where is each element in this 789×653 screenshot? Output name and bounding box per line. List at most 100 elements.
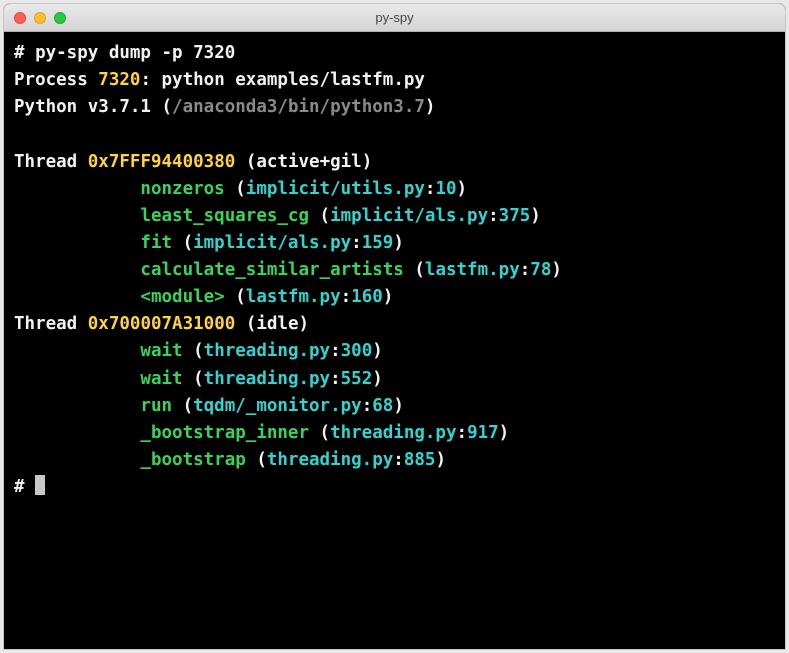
frame-function: nonzeros	[140, 179, 224, 199]
frame-line: 10	[435, 179, 456, 199]
thread-header: Thread 0x7FFF94400380 (active+gil)	[14, 149, 775, 176]
window-title: py-spy	[4, 10, 785, 25]
frame-function: fit	[140, 233, 172, 253]
python-prefix: Python v3.7.1 (	[14, 97, 172, 117]
paren-close: )	[435, 450, 446, 470]
colon: :	[393, 450, 404, 470]
frame-function: _bootstrap_inner	[140, 423, 309, 443]
frame-function: calculate_similar_artists	[140, 260, 403, 280]
terminal-body[interactable]: # py-spy dump -p 7320Process 7320: pytho…	[4, 32, 785, 649]
paren-open: (	[183, 341, 204, 361]
stack-frame: calculate_similar_artists (lastfm.py:78)	[14, 257, 775, 284]
python-line: Python v3.7.1 (/anaconda3/bin/python3.7)	[14, 94, 775, 121]
process-rest: : python examples/lastfm.py	[140, 70, 424, 90]
frame-function: run	[140, 396, 172, 416]
titlebar: py-spy	[4, 4, 785, 32]
thread-label: Thread	[14, 314, 88, 334]
thread-state: (idle)	[235, 314, 309, 334]
thread-label: Thread	[14, 152, 88, 172]
cursor-icon	[35, 475, 45, 495]
paren-open: (	[225, 287, 246, 307]
stack-frame: _bootstrap_inner (threading.py:917)	[14, 420, 775, 447]
python-suffix: )	[425, 97, 436, 117]
paren-open: (	[225, 179, 246, 199]
command-line: # py-spy dump -p 7320	[14, 40, 775, 67]
paren-open: (	[172, 396, 193, 416]
traffic-lights	[14, 12, 66, 24]
colon: :	[488, 206, 499, 226]
stack-frame: wait (threading.py:300)	[14, 338, 775, 365]
frame-line: 78	[530, 260, 551, 280]
colon: :	[520, 260, 531, 280]
paren-close: )	[393, 233, 404, 253]
final-prompt: #	[14, 477, 35, 497]
paren-open: (	[309, 423, 330, 443]
process-prefix: Process	[14, 70, 98, 90]
paren-open: (	[404, 260, 425, 280]
paren-close: )	[551, 260, 562, 280]
frame-location: implicit/utils.py	[246, 179, 425, 199]
frame-function: least_squares_cg	[140, 206, 309, 226]
paren-close: )	[530, 206, 541, 226]
process-line: Process 7320: python examples/lastfm.py	[14, 67, 775, 94]
frame-line: 160	[351, 287, 383, 307]
stack-frame: run (tqdm/_monitor.py:68)	[14, 393, 775, 420]
paren-close: )	[383, 287, 394, 307]
frame-location: implicit/als.py	[330, 206, 488, 226]
frame-location: threading.py	[267, 450, 393, 470]
frame-location: lastfm.py	[246, 287, 341, 307]
frame-location: implicit/als.py	[193, 233, 351, 253]
frame-location: threading.py	[204, 369, 330, 389]
stack-frame: least_squares_cg (implicit/als.py:375)	[14, 203, 775, 230]
minimize-icon[interactable]	[34, 12, 46, 24]
frame-line: 159	[362, 233, 394, 253]
paren-close: )	[372, 369, 383, 389]
thread-header: Thread 0x700007A31000 (idle)	[14, 311, 775, 338]
close-icon[interactable]	[14, 12, 26, 24]
frame-line: 552	[341, 369, 373, 389]
thread-state: (active+gil)	[235, 152, 372, 172]
frame-location: lastfm.py	[425, 260, 520, 280]
frame-function: _bootstrap	[140, 450, 245, 470]
thread-id: 0x7FFF94400380	[88, 152, 236, 172]
threads-container: Thread 0x7FFF94400380 (active+gil)nonzer…	[14, 149, 775, 475]
process-pid: 7320	[98, 70, 140, 90]
colon: :	[425, 179, 436, 199]
frame-function: wait	[140, 369, 182, 389]
paren-close: )	[372, 341, 383, 361]
paren-close: )	[499, 423, 510, 443]
thread-id: 0x700007A31000	[88, 314, 236, 334]
zoom-icon[interactable]	[54, 12, 66, 24]
final-prompt-line: #	[14, 474, 775, 501]
frame-line: 917	[467, 423, 499, 443]
frame-location: threading.py	[204, 341, 330, 361]
colon: :	[330, 341, 341, 361]
paren-open: (	[172, 233, 193, 253]
paren-open: (	[309, 206, 330, 226]
paren-open: (	[183, 369, 204, 389]
frame-line: 885	[404, 450, 436, 470]
command-text: py-spy dump -p 7320	[35, 43, 235, 63]
frame-line: 300	[341, 341, 373, 361]
frame-location: tqdm/_monitor.py	[193, 396, 362, 416]
colon: :	[351, 233, 362, 253]
frame-location: threading.py	[330, 423, 456, 443]
frame-line: 375	[499, 206, 531, 226]
colon: :	[341, 287, 352, 307]
terminal-window: py-spy # py-spy dump -p 7320Process 7320…	[4, 4, 785, 649]
stack-frame: nonzeros (implicit/utils.py:10)	[14, 176, 775, 203]
frame-function: <module>	[140, 287, 224, 307]
stack-frame: <module> (lastfm.py:160)	[14, 284, 775, 311]
stack-frame: fit (implicit/als.py:159)	[14, 230, 775, 257]
frame-line: 68	[372, 396, 393, 416]
frame-function: wait	[140, 341, 182, 361]
paren-close: )	[393, 396, 404, 416]
stack-frame: _bootstrap (threading.py:885)	[14, 447, 775, 474]
colon: :	[457, 423, 468, 443]
stack-frame: wait (threading.py:552)	[14, 366, 775, 393]
paren-close: )	[457, 179, 468, 199]
paren-open: (	[246, 450, 267, 470]
prompt: #	[14, 43, 35, 63]
python-path: /anaconda3/bin/python3.7	[172, 97, 425, 117]
colon: :	[362, 396, 373, 416]
